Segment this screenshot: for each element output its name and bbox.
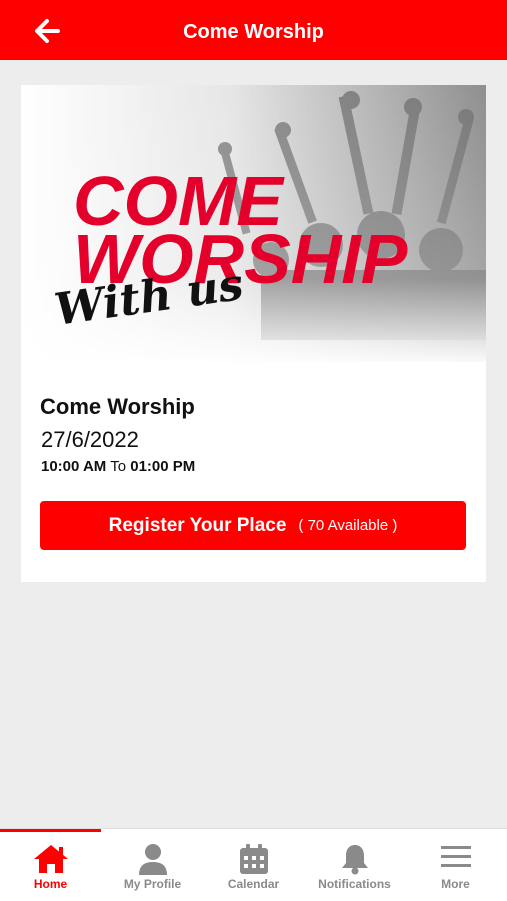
menu-icon xyxy=(440,846,471,867)
calendar-icon xyxy=(239,844,268,874)
bottom-nav: Home My Profile Calendar Notifications M… xyxy=(0,828,507,901)
app-header: Come Worship xyxy=(0,0,507,60)
nav-item-notifications[interactable]: Notifications xyxy=(304,829,405,901)
event-end-time: 01:00 PM xyxy=(130,458,196,475)
register-button-label: Register Your Place xyxy=(108,514,287,536)
nav-item-calendar[interactable]: Calendar xyxy=(203,829,304,901)
nav-item-home[interactable]: Home xyxy=(0,829,101,901)
event-start-time: 10:00 AM xyxy=(41,458,107,475)
nav-item-my-profile[interactable]: My Profile xyxy=(102,829,203,901)
nav-label-more: More xyxy=(441,877,470,891)
nav-label-calendar: Calendar xyxy=(227,877,280,891)
event-card[interactable]: COME WORSHIP With us Come Worship 27/6/2… xyxy=(21,85,486,582)
event-time: 10:00 AM To 01:00 PM xyxy=(41,458,195,475)
bell-icon xyxy=(341,845,368,875)
event-title: Come Worship xyxy=(40,394,195,419)
nav-label-notifications: Notifications xyxy=(318,877,391,891)
home-icon xyxy=(33,845,68,873)
person-icon xyxy=(138,844,167,875)
page-title: Come Worship xyxy=(183,21,324,43)
register-button[interactable]: Register Your Place ( 70 Available ) xyxy=(40,501,466,550)
event-time-separator: To xyxy=(110,458,127,475)
nav-label-my-profile: My Profile xyxy=(123,877,182,891)
nav-label-home: Home xyxy=(33,877,68,891)
nav-item-more[interactable]: More xyxy=(405,829,506,901)
event-date: 27/6/2022 xyxy=(41,427,139,452)
availability-count: ( 70 Available ) xyxy=(298,517,398,534)
event-banner-image: COME WORSHIP With us xyxy=(21,85,486,362)
